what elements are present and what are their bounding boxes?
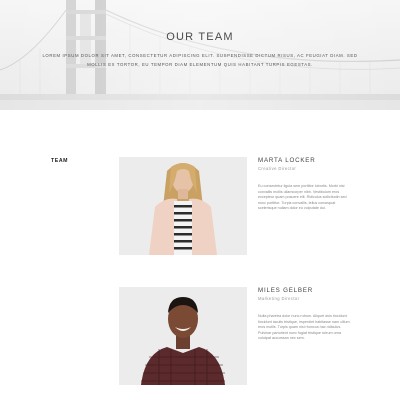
member-role: Marketing Director — [258, 296, 300, 301]
portrait-man-image — [119, 287, 247, 385]
page-title: OUR TEAM — [166, 31, 234, 43]
member-role: Creative Director — [258, 166, 297, 171]
hero-banner: OUR TEAM LOREM IPSUM DOLOR SIT AMET, CON… — [0, 0, 400, 110]
member-name: MILES GELBER — [258, 287, 313, 294]
section-label-team: TEAM — [51, 158, 69, 164]
member-name: MARTA LOCKER — [258, 157, 316, 164]
team-member-photo — [119, 157, 247, 255]
member-bio: Nulla pharetra dolor nunc rutrum. Alique… — [258, 314, 350, 341]
team-member-photo — [119, 287, 247, 385]
member-bio: Eu consectetur ligula sem porttitor lobo… — [258, 184, 347, 211]
portrait-woman-image — [119, 157, 247, 255]
hero-subtitle: LOREM IPSUM DOLOR SIT AMET, CONSECTETUR … — [42, 53, 358, 67]
